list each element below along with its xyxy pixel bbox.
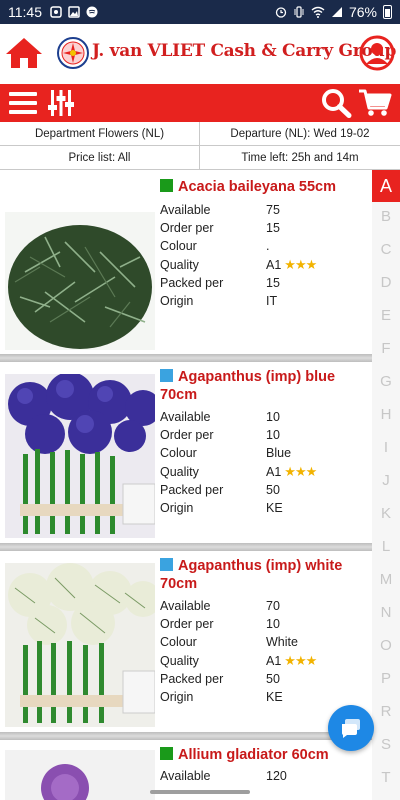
attr-origin: Origin KE — [160, 690, 283, 704]
attr-colour: Colour Blue — [160, 446, 292, 460]
attr-colour: Colour White — [160, 635, 298, 649]
product-photo[interactable] — [5, 374, 155, 538]
index-letter-c[interactable]: C — [372, 241, 400, 258]
menu-icon[interactable] — [8, 90, 38, 116]
attr-packed-per: Packed per 50 — [160, 672, 280, 686]
index-letter-d[interactable]: D — [372, 274, 400, 291]
departure-label[interactable]: Departure (NL): Wed 19-02 — [200, 122, 400, 146]
index-letter-l[interactable]: L — [372, 538, 400, 555]
index-letter-g[interactable]: G — [372, 373, 400, 390]
attr-origin: Origin KE — [160, 501, 283, 515]
attr-order-per: Order per 15 — [160, 221, 280, 235]
attr-available: Available 70 — [160, 599, 280, 613]
index-letter-n[interactable]: N — [372, 604, 400, 621]
department-label[interactable]: Department Flowers (NL) — [0, 122, 200, 146]
product-title[interactable]: Agapanthus (imp) white 70cm — [160, 557, 370, 593]
availability-marker — [160, 747, 173, 760]
attr-origin: Origin IT — [160, 294, 278, 308]
product-title[interactable]: Agapanthus (imp) blue 70cm — [160, 368, 370, 404]
app-header: J. van VLIET Cash & Carry Group — [0, 24, 400, 84]
index-letter-i[interactable]: I — [372, 439, 400, 456]
home-icon[interactable] — [4, 36, 44, 70]
signal-icon — [331, 7, 342, 17]
notification-icons — [50, 6, 98, 18]
vibrate-icon — [294, 6, 304, 18]
divider — [0, 732, 372, 740]
filter-sliders-icon[interactable] — [46, 88, 76, 118]
brand-name: J. van VLIET Cash & Carry Group — [92, 41, 397, 61]
availability-marker — [160, 558, 173, 571]
index-letter-f[interactable]: F — [372, 340, 400, 357]
attr-available: Available 75 — [160, 203, 280, 217]
divider — [0, 354, 372, 362]
alarm-icon — [275, 7, 287, 18]
index-letter-a[interactable]: A — [372, 170, 400, 202]
attr-quality: Quality A1 ★★★ — [160, 653, 317, 668]
system-status: 76% — [275, 4, 392, 20]
index-letter-p[interactable]: P — [372, 670, 400, 687]
product-title[interactable]: Allium gladiator 60cm — [160, 746, 370, 764]
index-letter-e[interactable]: E — [372, 307, 400, 324]
index-letter-j[interactable]: J — [372, 472, 400, 489]
search-icon[interactable] — [320, 88, 352, 118]
attr-packed-per: Packed per 50 — [160, 483, 280, 497]
time-left-label: Time left: 25h and 14m — [200, 146, 400, 170]
attr-packed-per: Packed per 15 — [160, 276, 280, 290]
index-letter-r[interactable]: R — [372, 703, 400, 720]
company-logo — [57, 37, 89, 69]
index-letter-t[interactable]: T — [372, 769, 400, 786]
system-nav-handle[interactable] — [150, 790, 250, 794]
toolbar — [0, 84, 400, 122]
attr-colour: Colour. — [160, 239, 270, 253]
battery-icon — [383, 5, 392, 19]
index-letter-m[interactable]: M — [372, 571, 400, 588]
quality-stars-icon: ★★★ — [284, 464, 317, 479]
attr-available: Available 120 — [160, 769, 287, 783]
quality-stars-icon: ★★★ — [284, 257, 317, 272]
quality-stars-icon: ★★★ — [284, 653, 317, 668]
product-photo[interactable] — [5, 563, 155, 727]
chat-icon — [341, 719, 360, 738]
user-account-icon[interactable] — [359, 35, 395, 71]
product-photo[interactable] — [5, 212, 155, 350]
attr-quality: Quality A1 ★★★ — [160, 464, 317, 479]
price-list-label[interactable]: Price list: All — [0, 146, 200, 170]
attr-order-per: Order per 10 — [160, 428, 280, 442]
status-time: 11:45 — [8, 4, 42, 20]
index-letter-b[interactable]: B — [372, 208, 400, 225]
index-letter-s[interactable]: S — [372, 736, 400, 753]
chat-button[interactable] — [328, 705, 374, 751]
attr-quality: Quality A1 ★★★ — [160, 257, 317, 272]
availability-marker — [160, 179, 173, 192]
app-notification-icon — [50, 6, 62, 18]
battery-percent: 76% — [348, 4, 377, 20]
index-letter-o[interactable]: O — [372, 637, 400, 654]
index-letter-h[interactable]: H — [372, 406, 400, 423]
product-photo[interactable] — [5, 750, 155, 800]
cart-icon[interactable] — [358, 88, 392, 118]
attr-available: Available 10 — [160, 410, 280, 424]
divider — [0, 543, 372, 551]
index-letter-k[interactable]: K — [372, 505, 400, 522]
product-list[interactable]: Acacia baileyana 55cm Available 75 Order … — [0, 170, 372, 800]
image-notification-icon — [68, 6, 80, 18]
alphabet-index: A B C D E F G H I J K L M N O P R S T — [372, 170, 400, 800]
spotify-notification-icon — [86, 6, 98, 18]
order-info: Department Flowers (NL) Departure (NL): … — [0, 122, 400, 170]
product-title[interactable]: Acacia baileyana 55cm — [160, 178, 370, 196]
availability-marker — [160, 369, 173, 382]
attr-order-per: Order per 10 — [160, 617, 280, 631]
status-bar: 11:45 76% — [0, 0, 400, 24]
wifi-icon — [311, 6, 325, 18]
